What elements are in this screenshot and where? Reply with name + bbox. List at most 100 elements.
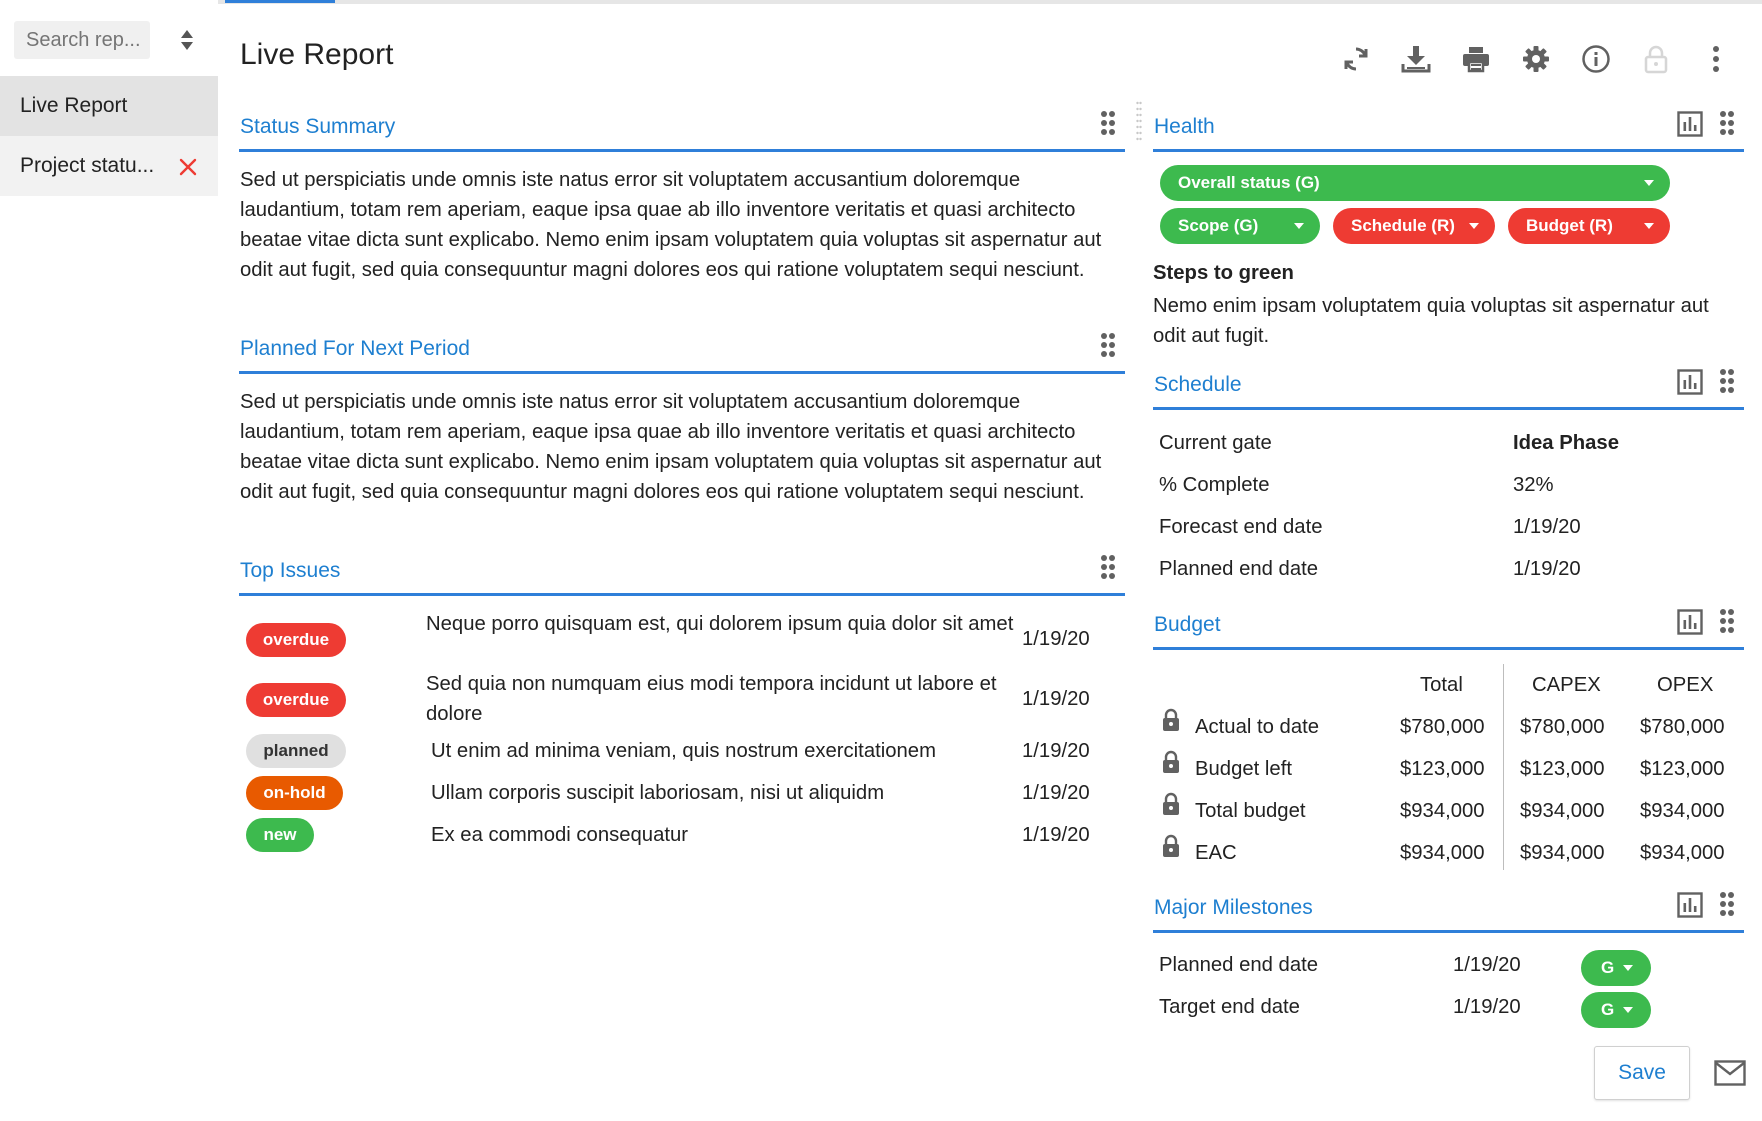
section-divider <box>1153 407 1744 410</box>
scope-status-dropdown[interactable]: Scope (G) <box>1160 208 1320 244</box>
budget-row-label: EAC <box>1195 842 1237 864</box>
issue-date: 1/19/20 <box>1022 740 1090 762</box>
issue-date: 1/19/20 <box>1022 688 1090 710</box>
lock-icon <box>1163 750 1179 773</box>
section-divider <box>239 149 1125 152</box>
schedule-label: % Complete <box>1159 474 1270 496</box>
lock-button[interactable] <box>1639 40 1673 78</box>
section-divider <box>1153 647 1744 650</box>
milestone-date: 1/19/20 <box>1453 954 1521 976</box>
budget-status-dropdown[interactable]: Budget (R) <box>1508 208 1670 244</box>
info-button[interactable] <box>1579 40 1613 78</box>
caret-down-icon <box>1294 223 1304 229</box>
caret-down-icon <box>1623 965 1633 971</box>
caret-down-icon <box>1469 223 1479 229</box>
milestones-title: Major Milestones <box>1154 896 1313 919</box>
budget-capex: $934,000 <box>1520 842 1605 864</box>
budget-capex: $780,000 <box>1520 716 1605 738</box>
download-button[interactable] <box>1399 40 1433 78</box>
pill-label: G <box>1601 1000 1615 1019</box>
status-badge: new <box>246 818 314 852</box>
active-tab-indicator <box>225 0 335 3</box>
planned-next-text: Sed ut perspiciatis unde omnis iste natu… <box>240 391 1102 503</box>
budget-total: $934,000 <box>1400 842 1485 864</box>
issue-date: 1/19/20 <box>1022 628 1090 650</box>
refresh-icon <box>1344 47 1368 71</box>
close-icon[interactable] <box>178 157 198 177</box>
budget-row-label: Actual to date <box>1195 716 1320 738</box>
budget-col-header: OPEX <box>1657 674 1714 696</box>
issue-text: Sed quia non numquam eius modi tempora i… <box>426 673 997 725</box>
budget-col-header: CAPEX <box>1532 674 1601 696</box>
chart-icon[interactable] <box>1677 369 1703 395</box>
sidebar: Search rep... Live Report Project statu.… <box>0 0 218 1121</box>
steps-to-green-text: Nemo enim ipsam voluptatem quia voluptas… <box>1153 295 1709 347</box>
overall-status-dropdown[interactable]: Overall status (G) <box>1160 165 1670 201</box>
caret-down-icon <box>1644 180 1654 186</box>
pill-label: Scope (G) <box>1178 216 1259 235</box>
print-button[interactable] <box>1459 40 1493 78</box>
column-resize-handle[interactable] <box>1136 100 1142 146</box>
chart-icon[interactable] <box>1677 892 1703 918</box>
status-badge: overdue <box>246 623 346 657</box>
section-divider <box>239 371 1125 374</box>
pill-label: Schedule (R) <box>1351 216 1455 235</box>
drag-handle-icon[interactable] <box>1100 332 1116 358</box>
status-summary-title: Status Summary <box>240 115 396 138</box>
sort-icon[interactable] <box>180 28 194 52</box>
section-divider <box>239 593 1125 596</box>
drag-handle-icon[interactable] <box>1719 368 1735 394</box>
schedule-label: Planned end date <box>1159 558 1319 580</box>
status-summary-text: Sed ut perspiciatis unde omnis iste natu… <box>240 169 1102 281</box>
sidebar-item-label: Live Report <box>20 94 128 117</box>
section-divider <box>1153 930 1744 933</box>
caret-down-icon <box>1644 223 1654 229</box>
lock-icon <box>1644 45 1668 74</box>
lock-icon <box>1163 708 1179 731</box>
planned-next-title: Planned For Next Period <box>240 337 470 360</box>
drag-handle-icon[interactable] <box>1100 110 1116 136</box>
drag-handle-icon[interactable] <box>1719 110 1735 136</box>
save-button[interactable]: Save <box>1594 1046 1690 1100</box>
budget-total: $123,000 <box>1400 758 1485 780</box>
sidebar-item-live-report[interactable]: Live Report <box>0 76 218 136</box>
milestone-label: Planned end date <box>1159 954 1319 976</box>
top-tab-strip <box>0 0 1762 4</box>
section-divider <box>1153 149 1744 152</box>
more-button[interactable] <box>1699 40 1733 78</box>
drag-handle-icon[interactable] <box>1719 891 1735 917</box>
schedule-value: 1/19/20 <box>1513 516 1581 538</box>
search-input[interactable]: Search rep... <box>14 21 150 59</box>
milestone-status-dropdown[interactable]: G <box>1581 950 1651 986</box>
schedule-value: 1/19/20 <box>1513 558 1581 580</box>
gear-icon <box>1523 46 1549 72</box>
budget-title: Budget <box>1154 613 1221 636</box>
mail-icon[interactable] <box>1714 1060 1746 1086</box>
budget-opex: $934,000 <box>1640 842 1725 864</box>
settings-button[interactable] <box>1519 40 1553 78</box>
refresh-button[interactable] <box>1339 40 1373 78</box>
chart-icon[interactable] <box>1677 609 1703 635</box>
schedule-value: Idea Phase <box>1513 432 1619 454</box>
issue-text: Neque porro quisquam est, qui dolorem ip… <box>426 613 1014 635</box>
budget-opex: $780,000 <box>1640 716 1725 738</box>
budget-opex: $123,000 <box>1640 758 1725 780</box>
issue-text: Ullam corporis suscipit laboriosam, nisi… <box>431 782 885 804</box>
budget-opex: $934,000 <box>1640 800 1725 822</box>
milestone-status-dropdown[interactable]: G <box>1581 992 1651 1028</box>
budget-total: $780,000 <box>1400 716 1485 738</box>
status-badge: overdue <box>246 683 346 717</box>
print-icon <box>1463 47 1489 73</box>
drag-handle-icon[interactable] <box>1100 554 1116 580</box>
budget-row-label: Budget left <box>1195 758 1292 780</box>
schedule-value: 32% <box>1513 474 1554 496</box>
pill-label: G <box>1601 958 1615 977</box>
column-divider <box>1503 664 1504 870</box>
chart-icon[interactable] <box>1677 111 1703 137</box>
issue-date: 1/19/20 <box>1022 824 1090 846</box>
lock-icon <box>1163 834 1179 857</box>
steps-to-green-title: Steps to green <box>1153 262 1294 284</box>
schedule-status-dropdown[interactable]: Schedule (R) <box>1333 208 1495 244</box>
drag-handle-icon[interactable] <box>1719 608 1735 634</box>
schedule-title: Schedule <box>1154 373 1242 396</box>
